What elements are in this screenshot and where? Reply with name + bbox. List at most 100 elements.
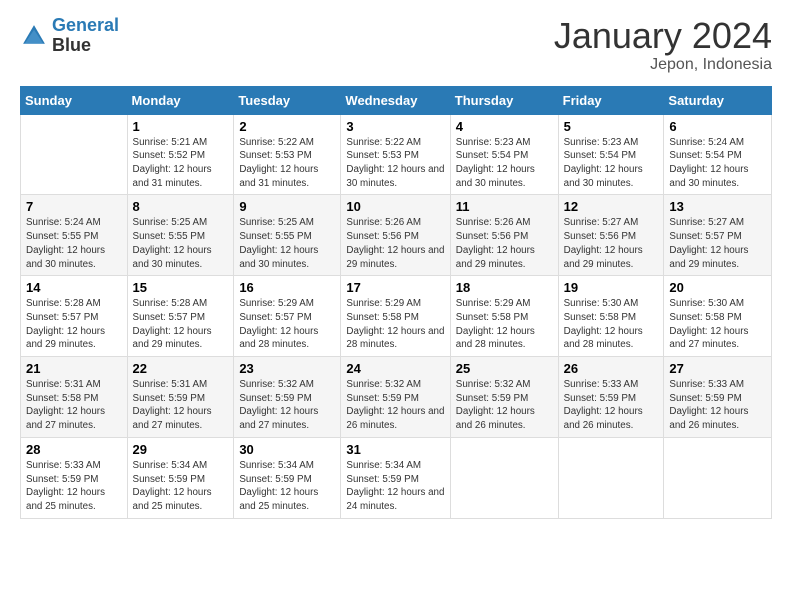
header-cell: Tuesday: [234, 86, 341, 114]
calendar-week-row: 1 Sunrise: 5:21 AMSunset: 5:52 PMDaylight…: [21, 114, 772, 195]
calendar-cell: 3 Sunrise: 5:22 AMSunset: 5:53 PMDaylight…: [341, 114, 450, 195]
day-info: Sunrise: 5:23 AMSunset: 5:54 PMDaylight:…: [564, 136, 659, 191]
header-cell: Monday: [127, 86, 234, 114]
day-info: Sunrise: 5:32 AMSunset: 5:59 PMDaylight:…: [346, 378, 444, 433]
day-number: 19: [564, 280, 659, 295]
day-number: 28: [26, 442, 122, 457]
calendar-cell: 5 Sunrise: 5:23 AMSunset: 5:54 PMDaylight…: [558, 114, 664, 195]
day-info: Sunrise: 5:28 AMSunset: 5:57 PMDaylight:…: [26, 297, 122, 352]
header-cell: Sunday: [21, 86, 128, 114]
day-number: 29: [133, 442, 229, 457]
day-number: 7: [26, 199, 122, 214]
day-number: 23: [239, 361, 335, 376]
day-info: Sunrise: 5:34 AMSunset: 5:59 PMDaylight:…: [346, 459, 444, 514]
day-number: 8: [133, 199, 229, 214]
calendar-cell: 1 Sunrise: 5:21 AMSunset: 5:52 PMDaylight…: [127, 114, 234, 195]
header-cell: Wednesday: [341, 86, 450, 114]
day-number: 9: [239, 199, 335, 214]
title-block: January 2024 Jepon, Indonesia: [554, 16, 772, 74]
calendar-cell: 19 Sunrise: 5:30 AMSunset: 5:58 PMDayligh…: [558, 276, 664, 357]
day-info: Sunrise: 5:31 AMSunset: 5:59 PMDaylight:…: [133, 378, 229, 433]
day-number: 21: [26, 361, 122, 376]
calendar-cell: [664, 437, 772, 518]
header-cell: Friday: [558, 86, 664, 114]
calendar-week-row: 21 Sunrise: 5:31 AMSunset: 5:58 PMDayligh…: [21, 357, 772, 438]
calendar-cell: 7 Sunrise: 5:24 AMSunset: 5:55 PMDaylight…: [21, 195, 128, 276]
calendar-cell: 2 Sunrise: 5:22 AMSunset: 5:53 PMDaylight…: [234, 114, 341, 195]
day-number: 13: [669, 199, 766, 214]
day-info: Sunrise: 5:25 AMSunset: 5:55 PMDaylight:…: [133, 216, 229, 271]
day-info: Sunrise: 5:27 AMSunset: 5:57 PMDaylight:…: [669, 216, 766, 271]
calendar-cell: 12 Sunrise: 5:27 AMSunset: 5:56 PMDayligh…: [558, 195, 664, 276]
day-info: Sunrise: 5:26 AMSunset: 5:56 PMDaylight:…: [456, 216, 553, 271]
day-info: Sunrise: 5:34 AMSunset: 5:59 PMDaylight:…: [133, 459, 229, 514]
day-number: 22: [133, 361, 229, 376]
page-header: General Blue January 2024 Jepon, Indones…: [20, 16, 772, 74]
calendar-cell: 10Sunrise: 5:26 AMSunset: 5:56 PMDayligh…: [341, 195, 450, 276]
day-info: Sunrise: 5:29 AMSunset: 5:58 PMDaylight:…: [456, 297, 553, 352]
day-info: Sunrise: 5:33 AMSunset: 5:59 PMDaylight:…: [26, 459, 122, 514]
day-info: Sunrise: 5:24 AMSunset: 5:54 PMDaylight:…: [669, 136, 766, 191]
day-number: 24: [346, 361, 444, 376]
day-number: 4: [456, 119, 553, 134]
logo-text: General Blue: [52, 16, 119, 56]
calendar-cell: 29 Sunrise: 5:34 AMSunset: 5:59 PMDayligh…: [127, 437, 234, 518]
day-number: 5: [564, 119, 659, 134]
calendar-cell: 8 Sunrise: 5:25 AMSunset: 5:55 PMDaylight…: [127, 195, 234, 276]
calendar-cell: 25Sunrise: 5:32 AMSunset: 5:59 PMDayligh…: [450, 357, 558, 438]
day-info: Sunrise: 5:24 AMSunset: 5:55 PMDaylight:…: [26, 216, 122, 271]
calendar-cell: 17Sunrise: 5:29 AMSunset: 5:58 PMDayligh…: [341, 276, 450, 357]
calendar-cell: 11Sunrise: 5:26 AMSunset: 5:56 PMDayligh…: [450, 195, 558, 276]
day-info: Sunrise: 5:29 AMSunset: 5:57 PMDaylight:…: [239, 297, 335, 352]
calendar-cell: 27Sunrise: 5:33 AMSunset: 5:59 PMDayligh…: [664, 357, 772, 438]
calendar-cell: 26 Sunrise: 5:33 AMSunset: 5:59 PMDayligh…: [558, 357, 664, 438]
day-number: 31: [346, 442, 444, 457]
calendar-cell: 13 Sunrise: 5:27 AMSunset: 5:57 PMDayligh…: [664, 195, 772, 276]
calendar-cell: 30Sunrise: 5:34 AMSunset: 5:59 PMDayligh…: [234, 437, 341, 518]
day-info: Sunrise: 5:26 AMSunset: 5:56 PMDaylight:…: [346, 216, 444, 271]
day-info: Sunrise: 5:25 AMSunset: 5:55 PMDaylight:…: [239, 216, 335, 271]
day-number: 3: [346, 119, 444, 134]
day-number: 26: [564, 361, 659, 376]
day-number: 15: [133, 280, 229, 295]
day-info: Sunrise: 5:32 AMSunset: 5:59 PMDaylight:…: [239, 378, 335, 433]
calendar-cell: 21 Sunrise: 5:31 AMSunset: 5:58 PMDayligh…: [21, 357, 128, 438]
day-number: 6: [669, 119, 766, 134]
header-cell: Thursday: [450, 86, 558, 114]
day-info: Sunrise: 5:27 AMSunset: 5:56 PMDaylight:…: [564, 216, 659, 271]
calendar-week-row: 28 Sunrise: 5:33 AMSunset: 5:59 PMDayligh…: [21, 437, 772, 518]
day-info: Sunrise: 5:22 AMSunset: 5:53 PMDaylight:…: [239, 136, 335, 191]
calendar-cell: 15 Sunrise: 5:28 AMSunset: 5:57 PMDayligh…: [127, 276, 234, 357]
header-cell: Saturday: [664, 86, 772, 114]
day-number: 12: [564, 199, 659, 214]
calendar-table: SundayMondayTuesdayWednesdayThursdayFrid…: [20, 86, 772, 519]
calendar-cell: 9 Sunrise: 5:25 AMSunset: 5:55 PMDaylight…: [234, 195, 341, 276]
day-info: Sunrise: 5:29 AMSunset: 5:58 PMDaylight:…: [346, 297, 444, 352]
day-info: Sunrise: 5:23 AMSunset: 5:54 PMDaylight:…: [456, 136, 553, 191]
day-number: 14: [26, 280, 122, 295]
calendar-cell: 4 Sunrise: 5:23 AMSunset: 5:54 PMDaylight…: [450, 114, 558, 195]
day-number: 25: [456, 361, 553, 376]
page-container: General Blue January 2024 Jepon, Indones…: [0, 0, 792, 529]
day-number: 18: [456, 280, 553, 295]
calendar-cell: [450, 437, 558, 518]
calendar-cell: 18 Sunrise: 5:29 AMSunset: 5:58 PMDayligh…: [450, 276, 558, 357]
logo-icon: [20, 22, 48, 50]
day-info: Sunrise: 5:22 AMSunset: 5:53 PMDaylight:…: [346, 136, 444, 191]
day-info: Sunrise: 5:34 AMSunset: 5:59 PMDaylight:…: [239, 459, 335, 514]
calendar-cell: 24 Sunrise: 5:32 AMSunset: 5:59 PMDayligh…: [341, 357, 450, 438]
day-info: Sunrise: 5:30 AMSunset: 5:58 PMDaylight:…: [669, 297, 766, 352]
calendar-cell: 16Sunrise: 5:29 AMSunset: 5:57 PMDayligh…: [234, 276, 341, 357]
calendar-cell: 22 Sunrise: 5:31 AMSunset: 5:59 PMDayligh…: [127, 357, 234, 438]
calendar-cell: [21, 114, 128, 195]
day-number: 1: [133, 119, 229, 134]
calendar-cell: 14 Sunrise: 5:28 AMSunset: 5:57 PMDayligh…: [21, 276, 128, 357]
day-info: Sunrise: 5:31 AMSunset: 5:58 PMDaylight:…: [26, 378, 122, 433]
day-info: Sunrise: 5:33 AMSunset: 5:59 PMDaylight:…: [564, 378, 659, 433]
day-info: Sunrise: 5:28 AMSunset: 5:57 PMDaylight:…: [133, 297, 229, 352]
day-number: 2: [239, 119, 335, 134]
day-info: Sunrise: 5:21 AMSunset: 5:52 PMDaylight:…: [133, 136, 229, 191]
day-info: Sunrise: 5:30 AMSunset: 5:58 PMDaylight:…: [564, 297, 659, 352]
calendar-cell: 31 Sunrise: 5:34 AMSunset: 5:59 PMDayligh…: [341, 437, 450, 518]
day-number: 20: [669, 280, 766, 295]
